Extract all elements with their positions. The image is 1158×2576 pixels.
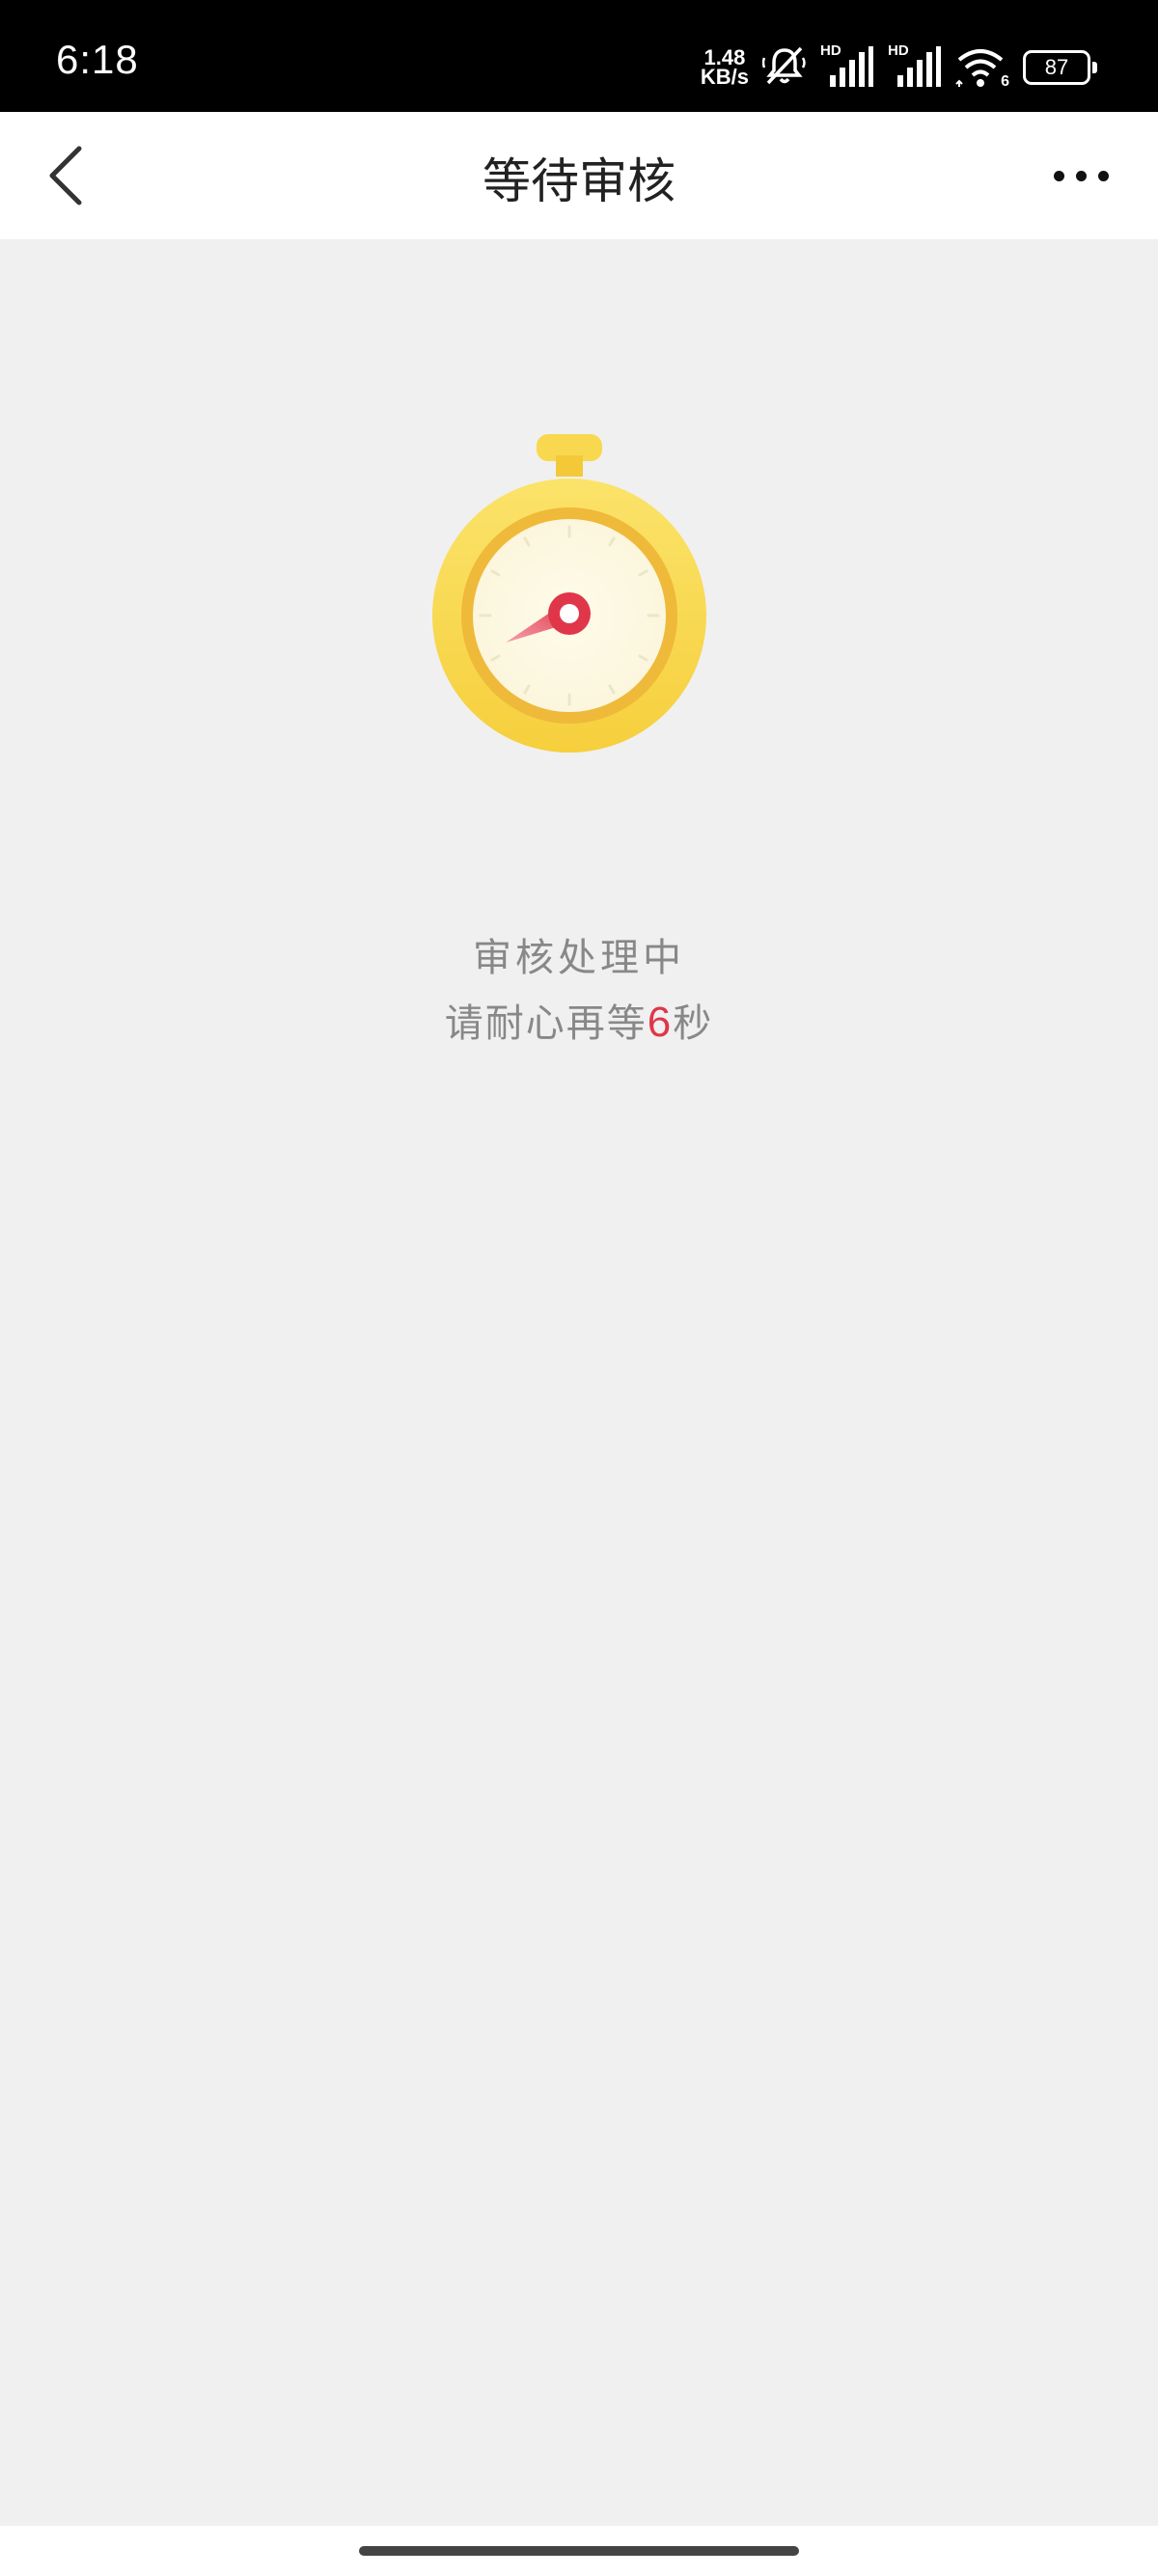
cell-signal-1-icon: HD [820, 42, 874, 89]
screen: 6:18 1.48 KB/s HD HD 6 87 等待审核 审核处理中 请耐心… [0, 0, 1158, 2576]
countdown-seconds: 6 [647, 999, 674, 1046]
review-status-text: 审核处理中 [473, 936, 685, 980]
network-speed-unit: KB/s [700, 65, 749, 89]
battery-level: 87 [1044, 55, 1069, 79]
battery-icon: 87 [1023, 50, 1097, 85]
more-dots-icon [1053, 170, 1064, 181]
more-dots-icon [1075, 170, 1087, 181]
wait-message: 请耐心再等6秒 [0, 992, 1158, 1048]
more-button[interactable] [1042, 151, 1119, 201]
page-title: 等待审核 [482, 153, 676, 209]
stopwatch-icon [425, 434, 714, 762]
network-speed: 1.48 KB/s [700, 47, 749, 89]
wait-message-suffix: 秒 [673, 1001, 714, 1046]
home-indicator[interactable] [359, 2546, 799, 2556]
muted-bell-icon [761, 44, 807, 91]
more-dots-icon [1097, 170, 1109, 181]
cell-signal-2-icon: HD [888, 42, 942, 89]
status-time: 6:18 [56, 37, 139, 82]
nav-bar: 等待审核 [0, 112, 1158, 239]
wait-message-prefix: 请耐心再等 [444, 1001, 648, 1046]
wifi-icon: 6 [955, 46, 1009, 90]
status-bar: 6:18 1.48 KB/s HD HD 6 87 [0, 0, 1158, 112]
status-icons: 1.48 KB/s HD HD 6 87 [700, 42, 1097, 91]
